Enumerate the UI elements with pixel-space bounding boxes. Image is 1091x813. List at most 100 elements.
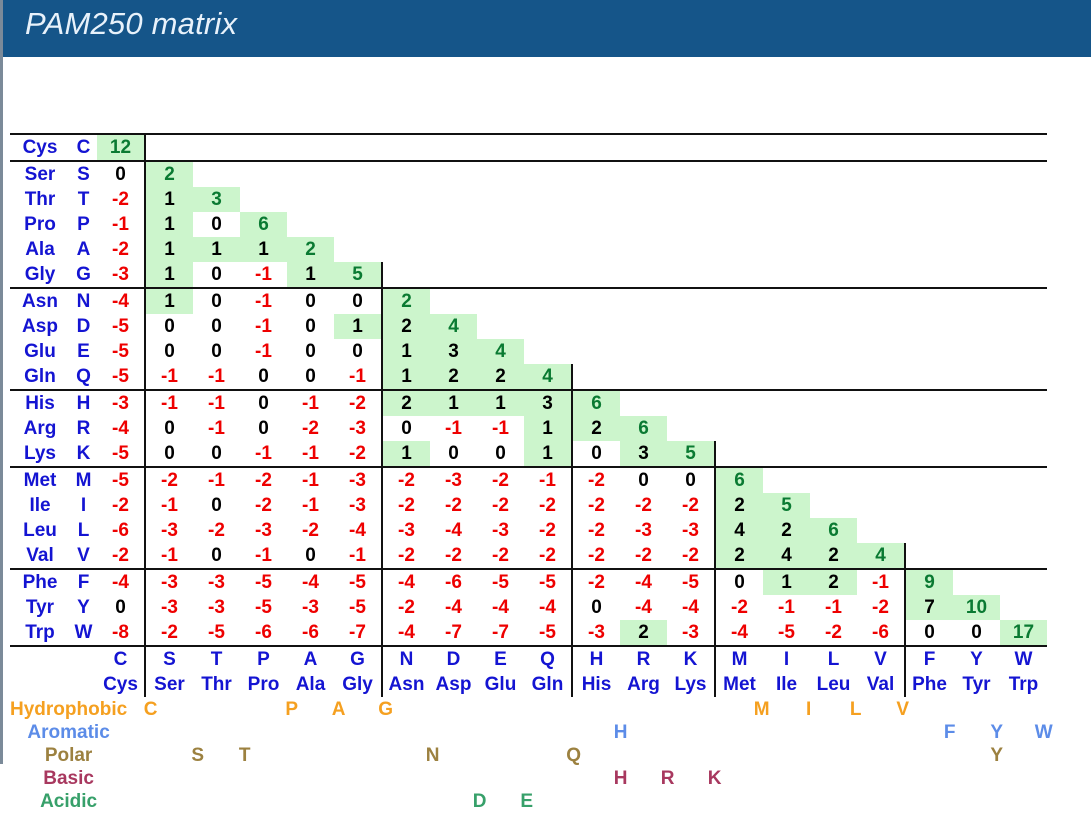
column-header-one-letter: H xyxy=(571,645,620,672)
matrix-cell: 1 xyxy=(240,237,287,262)
column-header-three-letter: Met xyxy=(714,672,763,697)
matrix-cell: -2 xyxy=(539,545,556,566)
matrix-cell: -1 xyxy=(144,493,193,518)
matrix-cell-empty xyxy=(1000,262,1047,288)
matrix-row: Cys C 12 xyxy=(10,133,1047,161)
matrix-row: Asn N -4 1 0 -1 0 0 2 xyxy=(10,287,1047,314)
matrix-cell: 0 xyxy=(115,597,126,618)
matrix-cell: -5 xyxy=(349,597,366,618)
matrix-cell: 0 xyxy=(97,160,145,187)
matrix-cell-empty xyxy=(857,160,905,187)
matrix-cell: -7 xyxy=(445,622,462,643)
matrix-cell-empty xyxy=(715,339,763,364)
row-label-three-letter: Phe xyxy=(10,568,70,595)
matrix-cell: -2 xyxy=(144,620,193,646)
legend-member-mark: H xyxy=(613,768,628,789)
matrix-cell-empty xyxy=(524,160,572,187)
matrix-cell: 9 xyxy=(904,568,953,595)
matrix-cell: 0 xyxy=(211,264,222,285)
matrix-cell: -1 xyxy=(144,543,193,569)
column-header-one-letter: V xyxy=(857,645,905,672)
column-header-one-letter: K xyxy=(667,645,715,672)
matrix-cell: -2 xyxy=(571,568,620,595)
matrix-cell: -2 xyxy=(682,495,699,516)
row-label-one-letter: S xyxy=(70,160,97,187)
legend-cell-empty xyxy=(879,767,926,790)
legend-cell-empty xyxy=(315,767,362,790)
matrix-cell-empty xyxy=(620,262,667,288)
page-title: PAM250 matrix xyxy=(25,6,238,41)
column-header-one-letter: C xyxy=(97,645,145,672)
matrix-cell: 2 xyxy=(144,160,193,187)
matrix-cell-empty xyxy=(953,160,1000,187)
matrix-cell: 2 xyxy=(477,364,524,390)
row-label-one-letter: Y xyxy=(77,597,90,618)
matrix-cell-empty xyxy=(857,441,905,467)
matrix-cell: -5 xyxy=(208,622,225,643)
matrix-row: Trp W -8 -2 -5 -6 -6 -7 -4 -7 -7 -5 -3 2 -3 -4 -5 -2 -6 0 0 1… xyxy=(10,620,1047,646)
matrix-cell: 2 xyxy=(430,364,477,390)
header-spacer xyxy=(70,672,97,697)
row-label-three-letter: Gln xyxy=(24,366,56,387)
matrix-cell: -1 xyxy=(255,316,272,337)
matrix-cell: -3 xyxy=(492,520,509,541)
matrix-cell: -1 xyxy=(208,366,225,387)
matrix-cell-empty xyxy=(240,133,287,161)
matrix-cell: -3 xyxy=(302,597,319,618)
legend-cell-empty xyxy=(221,767,268,790)
legend-cell-empty xyxy=(503,767,550,790)
matrix-cell: -1 xyxy=(524,466,572,493)
matrix-cell: 0 xyxy=(714,568,763,595)
column-header-one-letter: Q xyxy=(524,645,572,672)
legend-cell-empty xyxy=(127,767,174,790)
matrix-cell-empty xyxy=(810,187,857,212)
matrix-cell: -3 xyxy=(112,264,129,285)
matrix-cell: -3 xyxy=(349,495,366,516)
legend-cell-empty xyxy=(973,767,1020,790)
matrix-cell: -1 xyxy=(302,495,319,516)
matrix-cell: -4 xyxy=(620,568,667,595)
legend-cell-empty xyxy=(785,790,832,813)
matrix-cell-empty xyxy=(1000,518,1047,543)
matrix-cell: 0 xyxy=(904,620,953,646)
legend-member-mark: D xyxy=(472,791,487,812)
column-header-three-letter: Cys xyxy=(103,674,138,695)
matrix-cell-empty xyxy=(905,493,953,518)
matrix-cell-empty xyxy=(857,187,905,212)
matrix-row: Ser S 0 2 xyxy=(10,160,1047,187)
matrix-cell: 3 xyxy=(524,389,572,416)
legend-cell-empty xyxy=(879,721,926,744)
matrix-cell-empty xyxy=(334,133,382,161)
matrix-cell: -1 xyxy=(287,466,334,493)
legend-cell-empty xyxy=(691,790,738,813)
matrix-cell: -2 xyxy=(539,520,556,541)
matrix-cell: -6 xyxy=(112,520,129,541)
matrix-row: Ala A -2 1 1 1 2 xyxy=(10,237,1047,262)
row-label-one-letter: F xyxy=(70,568,97,595)
legend-cell-empty xyxy=(691,698,738,721)
column-header-one-letter: M xyxy=(714,645,763,672)
row-label-three-letter: Tyr xyxy=(25,597,55,618)
matrix-cell-empty xyxy=(382,133,430,161)
matrix-cell: -1 xyxy=(857,568,905,595)
legend-cell-empty xyxy=(926,790,973,813)
matrix-cell-empty xyxy=(571,364,620,390)
row-label-one-letter: W xyxy=(74,622,93,643)
row-label-three-letter: Asn xyxy=(10,287,70,314)
matrix-cell: 0 xyxy=(287,287,334,314)
matrix-cell-empty xyxy=(953,466,1000,493)
matrix-cell-empty xyxy=(904,543,953,569)
matrix-cell-empty xyxy=(620,160,667,187)
matrix-cell-empty xyxy=(1000,160,1047,187)
matrix-cell: -1 xyxy=(287,389,334,416)
column-header-three-letter: Glu xyxy=(484,674,517,695)
matrix-cell: -1 xyxy=(144,364,193,390)
matrix-cell-empty xyxy=(953,518,1000,543)
matrix-cell-empty xyxy=(430,187,477,212)
matrix-cell-empty xyxy=(477,187,524,212)
matrix-cell: 1 xyxy=(144,237,193,262)
matrix-cell-empty xyxy=(572,314,620,339)
matrix-cell: 1 xyxy=(193,237,240,262)
matrix-cell: 4 xyxy=(763,543,810,569)
matrix-cell-empty xyxy=(620,314,667,339)
